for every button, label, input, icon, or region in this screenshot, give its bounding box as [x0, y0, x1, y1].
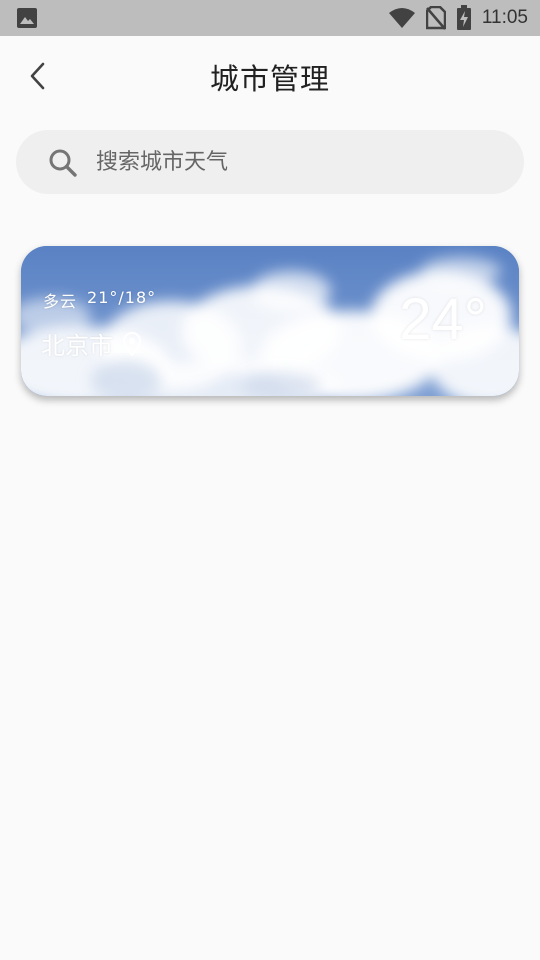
- wifi-icon: [388, 7, 416, 29]
- temp-range: 21°/18°: [87, 288, 157, 307]
- city-line: 北京市: [41, 326, 145, 361]
- status-time: 11:05: [481, 7, 528, 28]
- page-title: 城市管理: [209, 62, 330, 96]
- back-button[interactable]: [20, 60, 56, 96]
- battery-charging-icon: [456, 5, 472, 31]
- location-pin-icon: [123, 331, 145, 357]
- search-icon: [48, 148, 78, 178]
- search-input[interactable]: [96, 130, 496, 194]
- search-box[interactable]: [16, 130, 524, 194]
- status-bar: 11:05: [0, 0, 540, 36]
- city-card[interactable]: 多云 21°/18° 北京市 24°: [21, 246, 519, 396]
- weather-condition: 多云: [43, 292, 78, 311]
- header: 城市管理: [0, 36, 540, 122]
- current-temperature: 24°: [399, 287, 487, 352]
- chevron-left-icon: [28, 61, 48, 95]
- city-name: 北京市: [41, 332, 113, 360]
- no-sim-icon: [425, 6, 446, 30]
- image-icon: [16, 7, 38, 29]
- weather-summary: 多云 21°/18°: [43, 288, 156, 312]
